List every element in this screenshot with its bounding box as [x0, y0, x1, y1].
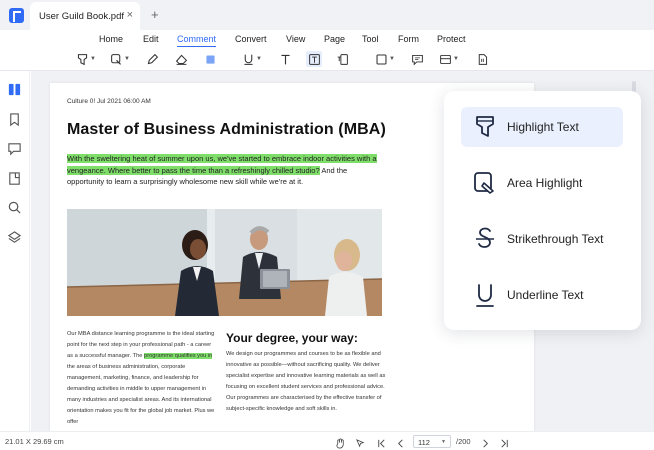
menu-bar: Home Edit Comment Convert View Page Tool…: [0, 30, 654, 47]
underline-text-icon: [471, 281, 499, 309]
intro-paragraph: With the sweltering heat of summer upon …: [67, 153, 385, 188]
document-title: Master of Business Administration (MBA): [67, 121, 386, 138]
area-highlight-tool[interactable]: ▼: [110, 51, 130, 67]
menu-protect[interactable]: Protect: [437, 34, 466, 44]
chevron-down-icon: ▼: [90, 56, 96, 62]
option-highlight-text[interactable]: Highlight Text: [461, 107, 623, 147]
first-page-icon[interactable]: [376, 436, 387, 448]
article-dateline: Culture 0! Jul 2021 06:00 AM: [67, 98, 151, 105]
previous-page-icon[interactable]: [395, 436, 406, 448]
search-icon[interactable]: [7, 200, 22, 215]
option-strikethrough-text[interactable]: Strikethrough Text: [461, 219, 623, 259]
menu-comment[interactable]: Comment: [177, 34, 217, 47]
underline-icon: [244, 54, 253, 65]
menu-view[interactable]: View: [286, 34, 305, 44]
left-column-body-cont: the areas of business administration, co…: [67, 364, 215, 425]
highlight-icon: [77, 53, 88, 65]
right-column-body: We design our programmes and courses to …: [226, 351, 386, 412]
underline-tool[interactable]: ▼: [242, 51, 262, 67]
total-pages: /200: [456, 437, 471, 446]
section-heading: Your degree, your way:: [226, 331, 358, 345]
current-page: 112: [418, 438, 430, 447]
thumbnails-icon[interactable]: [7, 82, 22, 97]
bookmark-icon[interactable]: [7, 112, 22, 127]
textbox-icon: [308, 53, 320, 65]
chevron-down-icon: ▼: [389, 56, 395, 62]
next-page-icon[interactable]: [480, 436, 491, 448]
layers-icon[interactable]: [7, 230, 22, 245]
close-tab-icon[interactable]: ×: [127, 9, 133, 21]
option-label: Highlight Text: [507, 120, 579, 134]
strikethrough-icon: [471, 225, 499, 253]
attachment-icon[interactable]: [7, 171, 22, 186]
new-tab-icon[interactable]: +: [151, 8, 159, 21]
note-icon: [412, 54, 423, 66]
pencil-tool[interactable]: [146, 51, 159, 67]
rectangle-icon: [376, 54, 387, 64]
option-label: Underline Text: [507, 288, 584, 302]
tab-bar: User Guild Book.pdf × +: [0, 0, 654, 30]
callout-icon: [337, 53, 348, 65]
left-sidebar: [0, 71, 30, 431]
menu-form[interactable]: Form: [398, 34, 419, 44]
menu-home[interactable]: Home: [99, 34, 123, 44]
area-highlight-icon: [111, 53, 121, 65]
status-bar: 21.01 X 29.69 cm 112 ▼ /200: [0, 431, 654, 450]
menu-edit[interactable]: Edit: [143, 34, 159, 44]
pencil-icon: [147, 53, 159, 64]
app-logo-icon: [9, 8, 24, 23]
eraser-icon: [175, 54, 188, 65]
chevron-down-icon: ▼: [256, 56, 262, 62]
shape-tool[interactable]: ▼: [375, 51, 395, 67]
stamp-icon: [440, 54, 451, 64]
highlight-tool[interactable]: ▼: [76, 51, 96, 67]
right-column: Your degree, your way: We design our pro…: [226, 331, 391, 415]
document-tab[interactable]: User Guild Book.pdf ×: [30, 2, 140, 30]
comment-icon[interactable]: [7, 141, 22, 156]
business-meeting-photo: [67, 209, 382, 316]
highlight-options-popup: Highlight Text Area Highlight Strikethro…: [444, 91, 641, 330]
text-icon: [281, 54, 290, 64]
chevron-down-icon: ▼: [453, 56, 459, 62]
option-underline-text[interactable]: Underline Text: [461, 275, 623, 315]
page-number-input[interactable]: 112 ▼: [413, 435, 451, 448]
menu-tool[interactable]: Tool: [362, 34, 379, 44]
option-label: Strikethrough Text: [507, 232, 604, 246]
color-square-icon: [206, 54, 215, 64]
option-area-highlight[interactable]: Area Highlight: [461, 163, 623, 203]
left-column-text: Our MBA distance learning programme is t…: [67, 329, 215, 428]
area-highlight-icon: [471, 169, 499, 197]
hand-tool-icon[interactable]: [335, 436, 346, 449]
last-page-icon[interactable]: [499, 436, 510, 448]
highlighted-text-inline[interactable]: programme qualifies you in: [144, 353, 213, 359]
chevron-down-icon: ▼: [124, 56, 130, 62]
option-label: Area Highlight: [507, 176, 583, 190]
document-tab-title: User Guild Book.pdf: [39, 11, 125, 22]
comment-toolbar: ▼ ▼ ▼ ▼ ▼: [0, 47, 654, 71]
menu-convert[interactable]: Convert: [235, 34, 267, 44]
attachment-tool[interactable]: [476, 51, 489, 67]
stamp-tool[interactable]: ▼: [439, 51, 459, 67]
eraser-tool[interactable]: [175, 51, 188, 67]
attachment-icon: [478, 53, 488, 65]
menu-page[interactable]: Page: [324, 34, 345, 44]
page-dimensions: 21.01 X 29.69 cm: [5, 437, 64, 446]
note-tool[interactable]: [411, 51, 424, 67]
textbox-tool[interactable]: [306, 51, 322, 67]
chevron-down-icon: ▼: [441, 439, 446, 445]
callout-tool[interactable]: [336, 51, 349, 67]
text-tool[interactable]: [279, 51, 292, 67]
highlight-text-icon: [471, 113, 499, 141]
select-tool-icon[interactable]: [355, 436, 366, 448]
color-tool[interactable]: [204, 51, 217, 67]
